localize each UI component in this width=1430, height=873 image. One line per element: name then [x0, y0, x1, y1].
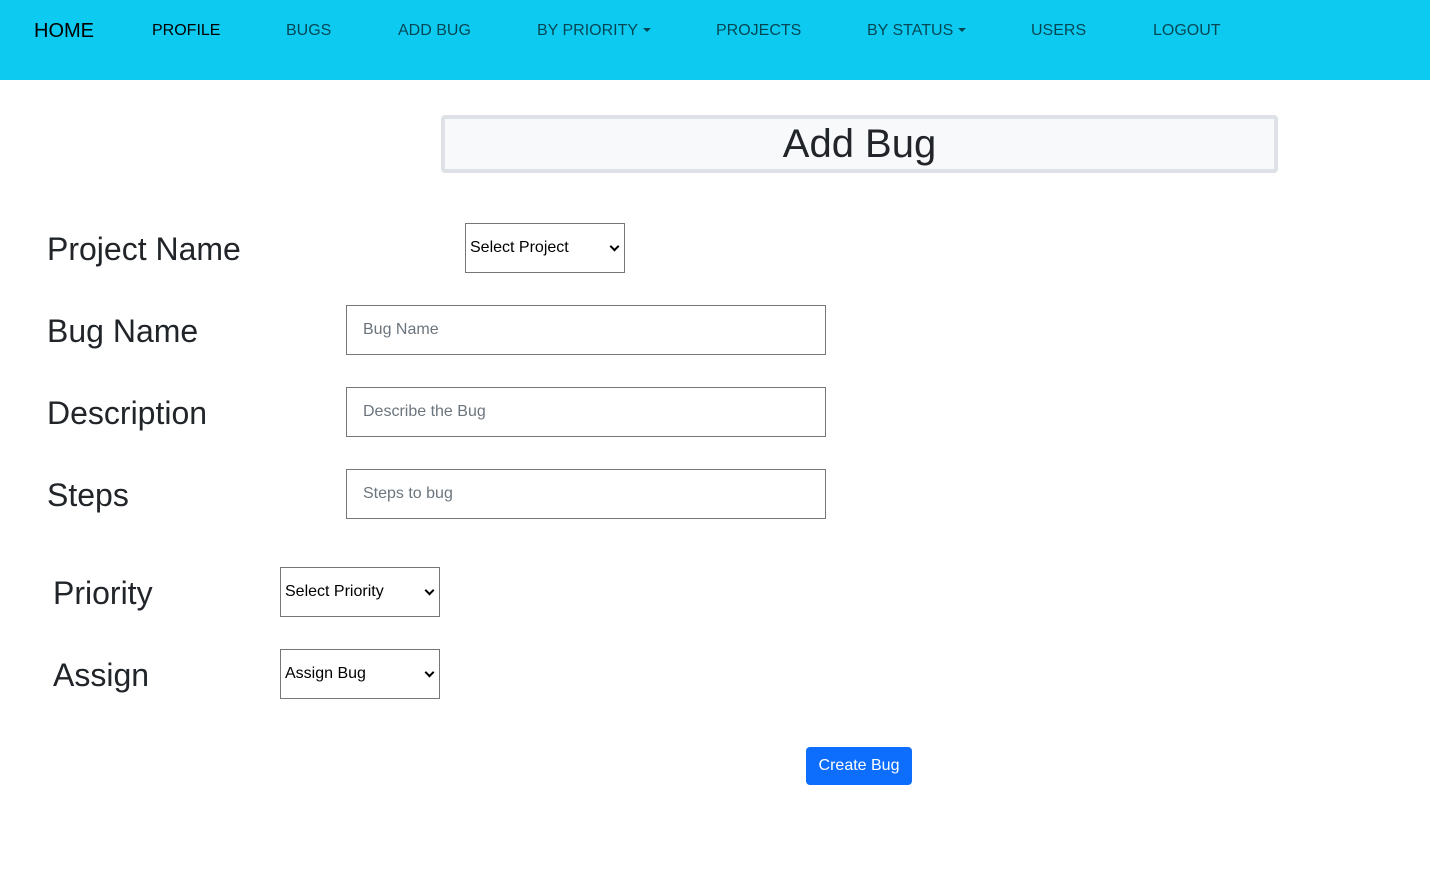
- nav-by-status-dropdown[interactable]: BY STATUS: [867, 20, 967, 42]
- chevron-down-icon: [609, 241, 620, 252]
- bug-name-label: Bug Name: [47, 313, 199, 349]
- nav-projects-link[interactable]: PROJECTS: [716, 20, 801, 42]
- steps-label: Steps: [47, 477, 129, 513]
- nav-logout-link[interactable]: LOGOUT: [1153, 20, 1221, 42]
- priority-label: Priority: [53, 575, 153, 611]
- assign-select-value: Assign Bug: [285, 665, 366, 682]
- nav-by-status-label: BY STATUS: [867, 22, 954, 39]
- nav-profile-link[interactable]: PROFILE: [152, 20, 220, 42]
- nav-users-link[interactable]: USERS: [1031, 20, 1086, 42]
- steps-input[interactable]: [346, 469, 826, 519]
- priority-select[interactable]: Select Priority: [280, 567, 440, 617]
- caret-down-icon: [643, 28, 652, 32]
- nav-by-priority-label: BY PRIORITY: [537, 22, 639, 39]
- chevron-down-icon: [424, 667, 435, 678]
- chevron-down-icon: [424, 585, 435, 596]
- project-name-label: Project Name: [47, 231, 241, 267]
- description-label: Description: [47, 395, 208, 431]
- assign-label: Assign: [53, 657, 150, 693]
- create-bug-button[interactable]: Create Bug: [806, 747, 912, 785]
- project-select-value: Select Project: [470, 239, 569, 256]
- project-select[interactable]: Select Project: [465, 223, 625, 273]
- nav-by-priority-dropdown[interactable]: BY PRIORITY: [537, 20, 652, 42]
- assign-select[interactable]: Assign Bug: [280, 649, 440, 699]
- nav-add-bug-link[interactable]: ADD BUG: [398, 20, 471, 42]
- page-title: Add Bug: [441, 115, 1278, 173]
- caret-down-icon: [958, 28, 967, 32]
- nav-bugs-link[interactable]: BUGS: [286, 20, 331, 42]
- nav-home-link[interactable]: HOME: [34, 19, 94, 43]
- priority-select-value: Select Priority: [285, 583, 384, 600]
- description-input[interactable]: [346, 387, 826, 437]
- bug-name-input[interactable]: [346, 305, 826, 355]
- top-navbar: HOME PROFILE BUGS ADD BUG BY PRIORITY PR…: [0, 0, 1430, 80]
